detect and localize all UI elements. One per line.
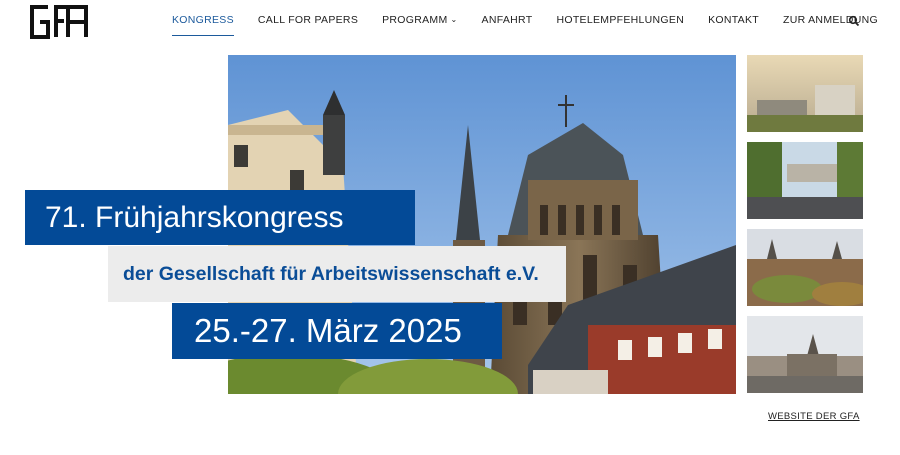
- nav-anfahrt-label: ANFAHRT: [481, 14, 533, 26]
- chevron-down-icon: ⌄: [450, 15, 458, 24]
- thumbnail-image-city-view[interactable]: [747, 229, 863, 306]
- hero-title: 71. Frühjahrskongress: [45, 201, 344, 234]
- nav-kontakt-label: KONTAKT: [708, 14, 760, 26]
- thumbnail-image-cathedral-overview[interactable]: [747, 316, 863, 393]
- gfa-logo[interactable]: [28, 4, 90, 40]
- nav-call-for-papers[interactable]: CALL FOR PAPERS: [258, 10, 358, 30]
- nav-kontakt[interactable]: KONTAKT: [708, 10, 759, 30]
- hero-date-box: 25.-27. März 2025: [172, 303, 502, 359]
- search-icon[interactable]: [848, 14, 860, 27]
- hero-subtitle-box: der Gesellschaft für Arbeitswissenschaft…: [108, 246, 566, 302]
- nav-call-for-papers-label: CALL FOR PAPERS: [257, 14, 359, 26]
- main-navigation: KONGRESS CALL FOR PAPERS PROGRAMM ⌄ ANFAH…: [172, 0, 900, 40]
- website-der-gfa-link[interactable]: WEBSITE DER GFA: [768, 411, 860, 422]
- nav-zur-anmeldung-label: ZUR ANMELDUNG: [783, 14, 878, 26]
- gfa-logo-mark: [28, 4, 90, 40]
- nav-kongress[interactable]: KONGRESS: [172, 10, 234, 36]
- hero-title-box: 71. Frühjahrskongress: [25, 190, 415, 245]
- nav-zur-anmeldung[interactable]: ZUR ANMELDUNG: [783, 10, 878, 30]
- hero-subtitle: der Gesellschaft für Arbeitswissenschaft…: [123, 263, 539, 285]
- nav-programm[interactable]: PROGRAMM ⌄: [382, 10, 457, 30]
- nav-anfahrt[interactable]: ANFAHRT: [482, 10, 533, 30]
- hero-date: 25.-27. März 2025: [194, 312, 462, 349]
- nav-hotelempfehlungen[interactable]: HOTELEMPFEHLUNGEN: [556, 10, 684, 30]
- nav-programm-label: PROGRAMM: [382, 14, 448, 26]
- thumbnail-image-building[interactable]: [747, 142, 863, 219]
- nav-kongress-label: KONGRESS: [172, 14, 234, 26]
- thumbnail-image-campus[interactable]: [747, 55, 863, 132]
- nav-hotelempfehlungen-label: HOTELEMPFEHLUNGEN: [556, 14, 685, 26]
